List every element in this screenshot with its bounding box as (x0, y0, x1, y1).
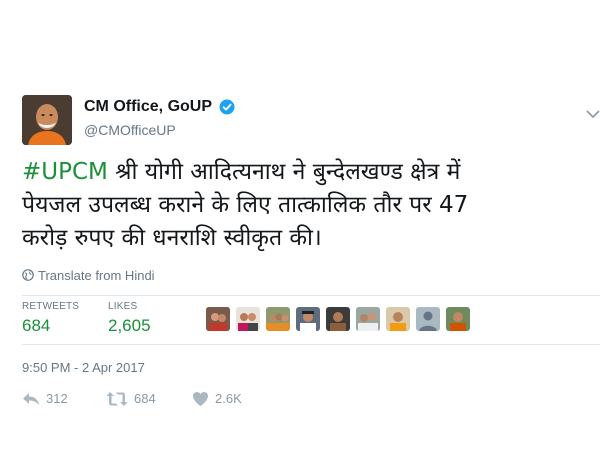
likes-stat[interactable]: LIKES 2,605 (108, 301, 151, 336)
retweet-count: 684 (134, 391, 156, 407)
avatar-image (22, 95, 72, 145)
hashtag-link[interactable]: #UPCM (22, 159, 108, 185)
reply-count: 312 (46, 391, 68, 407)
tweet-actions: 312 684 2.6K (22, 390, 322, 412)
retweet-icon (106, 391, 128, 406)
retweets-value: 684 (22, 316, 51, 335)
liker-avatar[interactable] (296, 307, 320, 331)
likes-label: LIKES (108, 301, 138, 312)
globe-icon (22, 269, 34, 281)
reply-icon (23, 392, 39, 405)
liker-avatar[interactable] (206, 307, 230, 331)
verified-badge-icon (219, 99, 235, 115)
tweet-timestamp[interactable]: 9:50 PM - 2 Apr 2017 (22, 360, 145, 375)
display-name[interactable]: CM Office, GoUP (84, 98, 212, 116)
chevron-down-icon[interactable] (586, 109, 600, 119)
liker-avatar[interactable] (446, 307, 470, 331)
liker-avatar[interactable] (326, 307, 350, 331)
tweet-header: CM Office, GoUP @CMOfficeUP (22, 95, 600, 147)
retweets-stat[interactable]: RETWEETS 684 (22, 301, 79, 336)
tweet-stats: RETWEETS 684 LIKES 2,605 (22, 301, 600, 341)
retweet-button[interactable]: 684 (106, 390, 156, 410)
likes-value: 2,605 (108, 316, 151, 335)
liker-avatar[interactable] (266, 307, 290, 331)
tweet-text-line-3: करोड़ रुपए की धनराशि स्वीकृत की। (22, 225, 322, 251)
liker-avatar[interactable] (386, 307, 410, 331)
liker-avatar[interactable] (416, 307, 440, 331)
tweet-text: #UPCM श्री योगी आदित्यनाथ ने बुन्देलखण्ड… (22, 156, 592, 255)
like-button[interactable]: 2.6K (192, 390, 242, 410)
reply-button[interactable]: 312 (22, 390, 68, 410)
translate-label: Translate from Hindi (38, 268, 155, 283)
liker-avatar[interactable] (236, 307, 260, 331)
tweet-text-line-2: पेयजल उपलब्ध कराने के लिए तात्कालिक तौर … (22, 192, 469, 218)
heart-icon (193, 391, 208, 406)
profile-avatar[interactable] (22, 95, 72, 145)
divider (22, 295, 600, 296)
user-handle[interactable]: @CMOfficeUP (84, 122, 235, 138)
translate-link[interactable]: Translate from Hindi (22, 268, 155, 283)
like-count: 2.6K (215, 391, 242, 407)
divider (22, 344, 600, 345)
retweets-label: RETWEETS (22, 301, 80, 312)
tweet-text-line-1: #UPCM श्री योगी आदित्यनाथ ने बुन्देलखण्ड… (22, 159, 461, 185)
liker-avatar[interactable] (356, 307, 380, 331)
